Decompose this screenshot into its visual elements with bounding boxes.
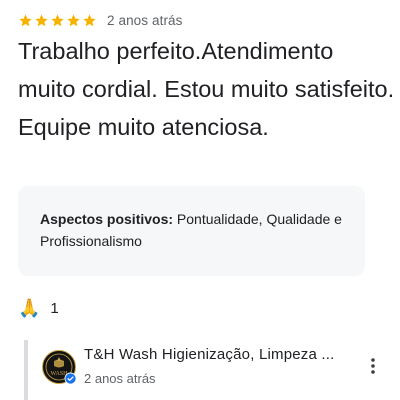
star-icon [50,13,65,28]
owner-name[interactable]: T&H Wash Higienização, Limpeza ... [84,346,356,363]
reply-divider [24,340,28,400]
more-vertical-icon [370,357,376,375]
star-icon [34,13,49,28]
star-icon [18,13,33,28]
star-rating [18,13,98,28]
rating-row: 2 anos atrás [18,9,183,31]
aspects-text: Aspectos positivos: Pontualidade, Qualid… [40,208,358,252]
review-text: Trabalho perfeito.Atendimento muito cord… [18,38,395,140]
review-card: 2 anos atrás Trabalho perfeito.Atendimen… [0,0,400,400]
reaction-button[interactable]: 🙏 1 [18,296,59,320]
verified-badge-icon [64,372,77,385]
owner-reply-time: 2 anos atrás [84,371,156,386]
owner-reply: WASH T&H Wash Higienização, Limpeza ... … [24,340,394,400]
star-icon [66,13,81,28]
aspects-box: Aspectos positivos: Pontualidade, Qualid… [18,186,365,276]
folded-hands-icon: 🙏 [18,298,41,318]
star-icon [82,13,97,28]
reaction-count: 1 [50,299,59,317]
review-time: 2 anos atrás [107,12,183,28]
aspects-label: Aspectos positivos: [40,211,174,227]
more-options-button[interactable] [364,354,382,378]
